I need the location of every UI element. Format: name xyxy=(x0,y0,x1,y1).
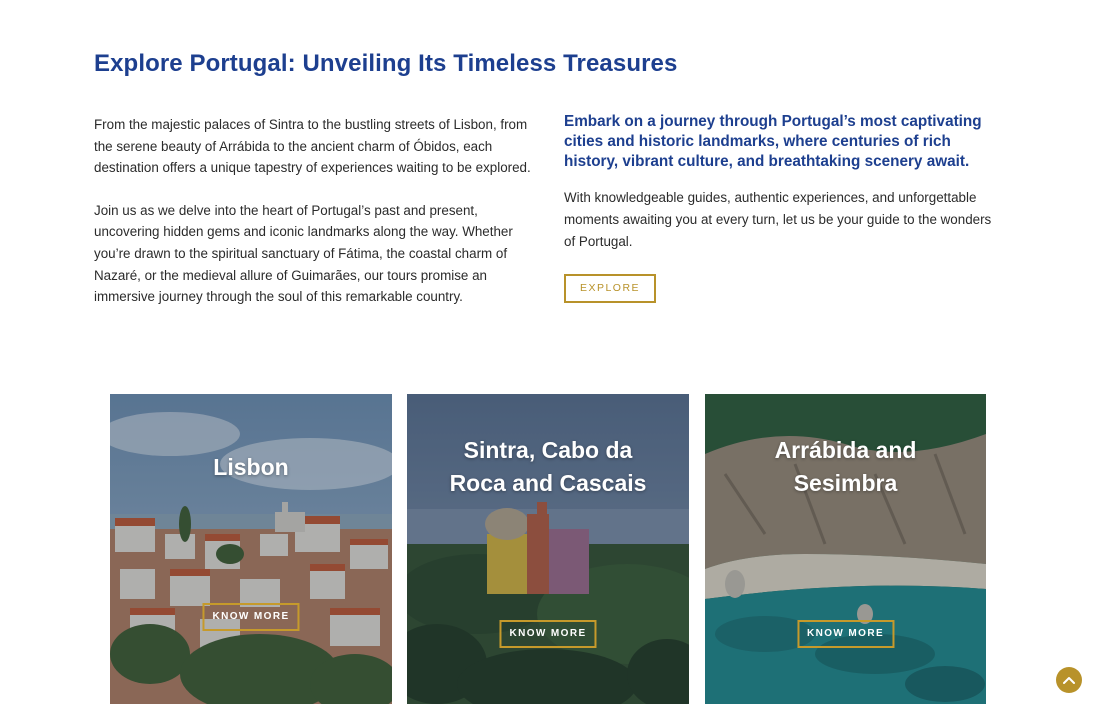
chevron-up-icon xyxy=(1063,677,1075,684)
highlight-body: With knowledgeable guides, authentic exp… xyxy=(564,190,992,249)
card-title-lisbon: Lisbon xyxy=(213,454,289,480)
destination-cards: Lisbon KNOW MORE Sintra, Cabo da Roca an… xyxy=(0,394,1100,704)
explore-button[interactable]: EXPLORE xyxy=(564,273,656,303)
intro-paragraph-2: Join us as we delve into the heart of Po… xyxy=(94,202,513,305)
destination-card-sintra[interactable]: Sintra, Cabo da Roca and Cascais KNOW MO… xyxy=(407,394,689,704)
page: Explore Portugal: Unveiling Its Timeless… xyxy=(0,0,1100,716)
section-title: Explore Portugal: Unveiling Its Timeless… xyxy=(94,50,678,77)
know-more-button-sintra[interactable]: KNOW MORE xyxy=(499,620,597,648)
intro-text: From the majestic palaces of Sintra to t… xyxy=(94,114,534,308)
destination-card-arrabida[interactable]: Arrábida and Sesimbra KNOW MORE xyxy=(705,394,986,704)
know-more-button-lisbon[interactable]: KNOW MORE xyxy=(202,603,300,631)
destination-card-lisbon[interactable]: Lisbon KNOW MORE xyxy=(110,394,392,704)
card-title-sintra: Sintra, Cabo da Roca and Cascais xyxy=(449,437,647,496)
highlight-lead: Embark on a journey through Portugal’s m… xyxy=(564,113,982,170)
highlight-block: Embark on a journey through Portugal’s m… xyxy=(564,112,994,303)
scroll-to-top-button[interactable] xyxy=(1056,667,1082,693)
card-title-arrabida: Arrábida and Sesimbra xyxy=(774,437,917,496)
intro-paragraph-1: From the majestic palaces of Sintra to t… xyxy=(94,117,531,176)
know-more-button-arrabida[interactable]: KNOW MORE xyxy=(796,620,895,648)
